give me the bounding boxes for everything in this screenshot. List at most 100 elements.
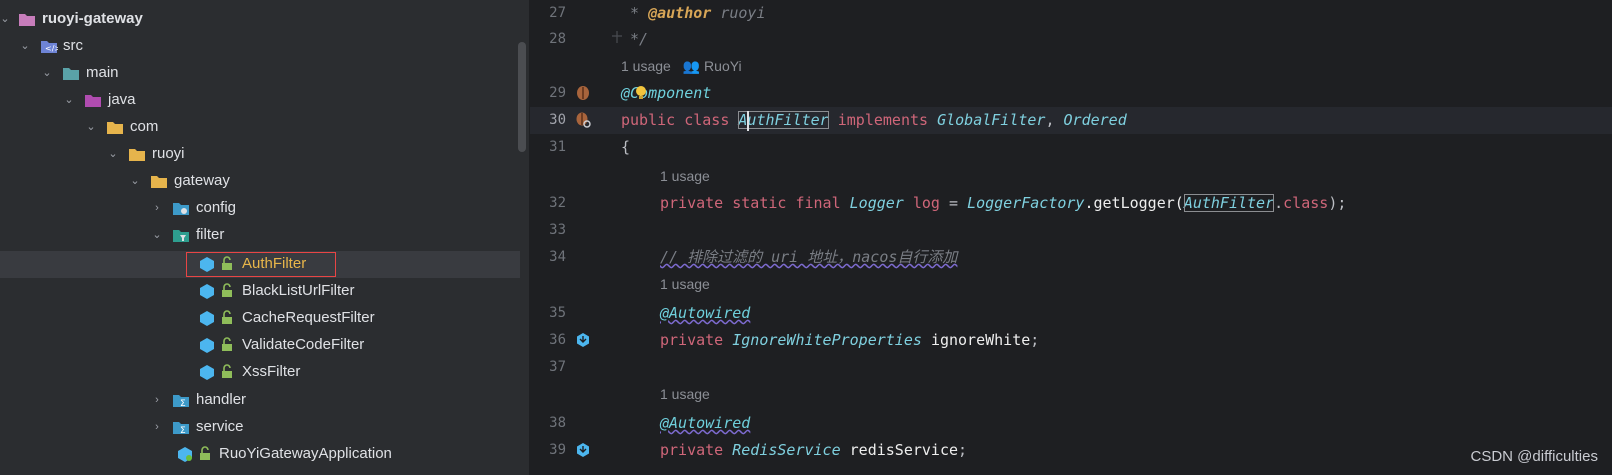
usage-hint[interactable]: 1 usage bbox=[660, 163, 710, 190]
source-folder-icon: </> bbox=[40, 38, 61, 54]
usage-hint[interactable]: 1 usage bbox=[660, 271, 710, 298]
tree-item-config[interactable]: › config bbox=[0, 195, 520, 222]
tree-item-xssfilter[interactable]: XssFilter bbox=[0, 359, 520, 386]
tree-item-blacklisturlfilter[interactable]: BlackListUrlFilter bbox=[0, 278, 520, 305]
spring-bean-icon[interactable] bbox=[574, 84, 592, 102]
punctuation: , bbox=[1045, 111, 1064, 129]
field-name: log bbox=[912, 194, 940, 212]
annotation: @Autowired bbox=[660, 414, 751, 432]
spring-boot-app-icon bbox=[176, 446, 194, 462]
autowired-bean-icon[interactable] bbox=[574, 441, 592, 459]
chevron-right-icon[interactable]: › bbox=[150, 392, 164, 408]
annotation-at: @ bbox=[621, 84, 631, 102]
text-caret bbox=[747, 111, 749, 131]
tree-item-handler[interactable]: › Σ handler bbox=[0, 387, 520, 414]
tree-item-label: filter bbox=[196, 226, 225, 243]
code-line-34[interactable]: // 排除过滤的 uri 地址，nacos自行添加 bbox=[660, 244, 957, 271]
chevron-down-icon[interactable]: ⌄ bbox=[18, 38, 32, 54]
tree-item-com[interactable]: ⌄ com bbox=[0, 114, 520, 141]
tree-item-ruoyi[interactable]: ⌄ ruoyi bbox=[0, 141, 520, 168]
chevron-down-icon[interactable]: ⌄ bbox=[128, 173, 142, 189]
tree-item-label: com bbox=[130, 118, 159, 135]
chevron-down-icon[interactable]: ⌄ bbox=[0, 11, 12, 27]
punctuation: ); bbox=[1328, 194, 1347, 212]
tree-item-label: XssFilter bbox=[242, 363, 301, 380]
keyword: private static final bbox=[660, 194, 841, 212]
handler-package-icon: Σ bbox=[172, 392, 190, 409]
lock-open-icon bbox=[220, 337, 234, 353]
type-name: LoggerFactory bbox=[967, 194, 1085, 212]
spring-bean-search-icon[interactable] bbox=[574, 111, 592, 129]
keyword: private bbox=[660, 441, 724, 459]
code-line-31[interactable]: { bbox=[621, 134, 630, 161]
code-line-39[interactable]: private RedisService redisService; bbox=[660, 437, 967, 464]
line-number: 34 bbox=[549, 249, 566, 265]
code-line-35[interactable]: @Autowired bbox=[660, 300, 750, 327]
tree-item-label: ValidateCodeFilter bbox=[242, 336, 365, 353]
chevron-right-icon[interactable]: › bbox=[150, 200, 164, 216]
type-name: RedisService bbox=[732, 441, 841, 459]
tree-item-service[interactable]: › Σ service bbox=[0, 414, 520, 441]
usage-count: 1 usage bbox=[660, 276, 710, 292]
tree-item-gateway[interactable]: ⌄ gateway bbox=[0, 168, 520, 195]
keyword: public bbox=[621, 111, 676, 129]
chevron-down-icon[interactable]: ⌄ bbox=[62, 92, 76, 108]
class-reference: AuthFilter bbox=[1183, 194, 1275, 212]
lock-open-icon bbox=[198, 446, 212, 462]
line-number: 31 bbox=[549, 139, 566, 155]
author-name: RuoYi bbox=[704, 58, 742, 74]
class-icon bbox=[198, 283, 216, 299]
annotation: @Autowired bbox=[660, 304, 751, 322]
type-name: Logger bbox=[849, 194, 904, 212]
line-number: 28 bbox=[549, 31, 566, 47]
field-name: ignoreWhite bbox=[930, 331, 1031, 349]
lock-open-icon bbox=[220, 283, 234, 299]
chevron-down-icon[interactable]: ⌄ bbox=[40, 65, 54, 81]
tree-item-ruoyi-gateway[interactable]: ⌄ ruoyi-gateway bbox=[0, 6, 520, 33]
keyword: implements bbox=[837, 111, 929, 129]
usage-hint[interactable]: 1 usage bbox=[660, 381, 710, 408]
tree-item-label: handler bbox=[196, 391, 247, 408]
tree-item-validatecodefilter[interactable]: ValidateCodeFilter bbox=[0, 332, 520, 359]
tree-item-ruoyigatewayapplication[interactable]: RuoYiGatewayApplication bbox=[0, 441, 520, 468]
tree-item-java[interactable]: ⌄ java bbox=[0, 87, 520, 114]
watermark: CSDN @difficulties bbox=[1470, 448, 1599, 465]
interface-name: Ordered bbox=[1063, 111, 1127, 129]
comment-text: ruoyi bbox=[711, 4, 766, 22]
interface-name: GlobalFilter bbox=[937, 111, 1046, 129]
code-line-32[interactable]: private static final Logger log = Logger… bbox=[660, 190, 1346, 217]
tree-item-main[interactable]: ⌄ main bbox=[0, 60, 520, 87]
autowired-bean-icon[interactable] bbox=[574, 331, 592, 349]
svg-text:Σ: Σ bbox=[180, 426, 186, 435]
lock-open-icon bbox=[220, 364, 234, 380]
chevron-right-icon[interactable]: › bbox=[150, 419, 164, 435]
code-line-27[interactable]: * @author ruoyi bbox=[621, 0, 766, 27]
tree-item-label: config bbox=[196, 199, 237, 216]
chevron-down-icon[interactable]: ⌄ bbox=[106, 146, 120, 162]
tree-item-label: gateway bbox=[174, 172, 230, 189]
comment-text: // 排除过滤的 uri 地址，nacos自行添加 bbox=[660, 248, 958, 266]
usage-count: 1 usage bbox=[660, 386, 710, 402]
code-editor[interactable]: 27 28 29 30 31 32 33 34 35 36 37 38 39 *… bbox=[530, 0, 1612, 475]
tree-item-filter[interactable]: ⌄ filter bbox=[0, 222, 520, 249]
code-line-36[interactable]: private IgnoreWhiteProperties ignoreWhit… bbox=[660, 327, 1039, 354]
code-line-30[interactable]: public class AuthFilter implements Globa… bbox=[621, 107, 1127, 134]
filter-package-icon bbox=[172, 227, 190, 243]
code-line-28[interactable]: */ bbox=[621, 26, 648, 53]
code-line-38[interactable]: @Autowired bbox=[660, 410, 750, 437]
package-folder-icon bbox=[128, 146, 146, 162]
method-call: .getLogger( bbox=[1084, 194, 1184, 212]
lightbulb-icon[interactable] bbox=[634, 85, 648, 101]
field-name: redisService bbox=[849, 441, 959, 459]
tree-item-label: java bbox=[108, 91, 136, 108]
chevron-down-icon[interactable]: ⌄ bbox=[84, 119, 98, 135]
tree-item-cacherequestfilter[interactable]: CacheRequestFilter bbox=[0, 305, 520, 332]
tree-item-src[interactable]: ⌄ </> src bbox=[0, 33, 520, 60]
usage-hint[interactable]: 1 usage 👥 RuoYi bbox=[621, 53, 742, 80]
author-icon: 👥 bbox=[682, 58, 701, 74]
line-number: 35 bbox=[549, 305, 566, 321]
class-name: AuthFilter bbox=[738, 111, 829, 129]
chevron-down-icon[interactable]: ⌄ bbox=[150, 227, 164, 243]
usage-count: 1 usage bbox=[621, 58, 671, 74]
lock-open-icon bbox=[220, 310, 234, 326]
